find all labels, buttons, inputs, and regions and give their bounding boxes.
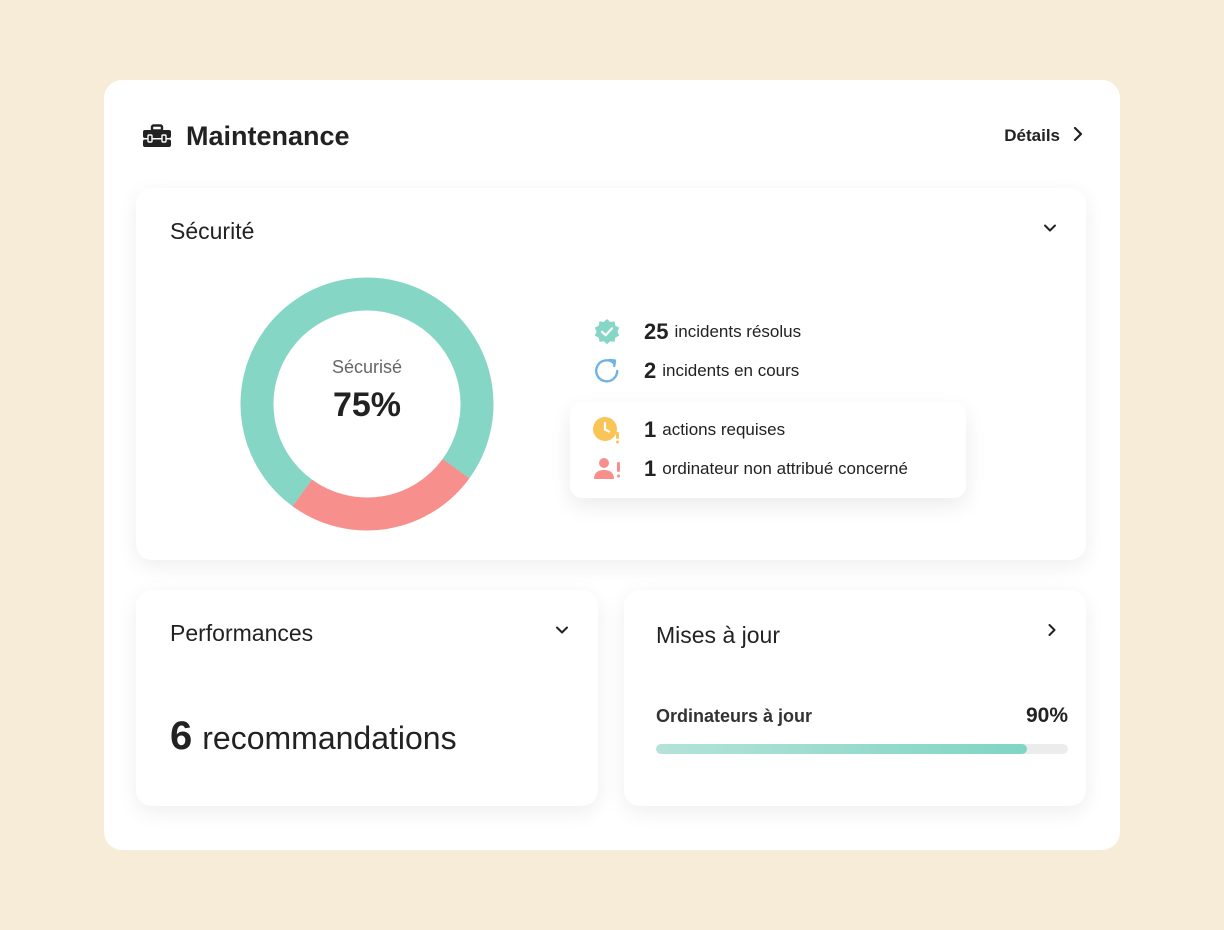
panel-header: Maintenance Détails [142, 116, 1084, 156]
details-link[interactable]: Détails [1004, 125, 1084, 148]
donut-center: Sécurisé 75% [239, 276, 495, 532]
stat-in-progress: 2 incidents en cours [592, 351, 1012, 390]
alert-actions-label: actions requises [662, 419, 786, 439]
stat-in-progress-label: incidents en cours [662, 360, 800, 380]
donut-label: Sécurisé [331, 357, 403, 377]
performance-card: Performances 6 recommandations [136, 590, 598, 806]
clock-warning-icon [592, 415, 622, 445]
title-wrap: Maintenance [142, 121, 350, 152]
performance-collapse-chevron-down-icon[interactable] [552, 620, 572, 640]
toolbox-icon [142, 124, 172, 148]
stat-resolved-count: 25 [644, 318, 669, 344]
stat-in-progress-count: 2 [644, 357, 657, 383]
stat-resolved-label: incidents résolus [674, 321, 802, 341]
security-card: Sécurité Sécurisé 75% 25 incidents résol… [136, 188, 1086, 560]
panel-title: Maintenance [186, 120, 350, 151]
stat-resolved: 25 incidents résolus [592, 312, 1012, 351]
updated-computers-label: Ordinateurs à jour [656, 706, 813, 726]
donut-value: 75% [332, 386, 402, 424]
chevron-right-icon [1072, 125, 1084, 148]
recommendations-label: recommandations [202, 720, 457, 756]
security-collapse-chevron-down-icon[interactable] [1040, 218, 1060, 238]
updates-title: Mises à jour [656, 622, 780, 648]
security-donut-chart: Sécurisé 75% [239, 276, 495, 532]
updates-card[interactable]: Mises à jour Ordinateurs à jour 90% [624, 590, 1086, 806]
alert-actions-count: 1 [644, 416, 657, 442]
performance-title: Performances [170, 620, 314, 646]
recommendations-count: 6 [170, 714, 193, 758]
details-label: Détails [1004, 126, 1060, 145]
updates-progress-bar [656, 744, 1068, 754]
updated-computers-percent: 90% [1025, 704, 1068, 727]
alert-unassigned-count: 1 [644, 455, 657, 481]
security-title: Sécurité [170, 218, 255, 244]
alert-actions-required: 1 actions requises [592, 410, 966, 449]
user-alert-icon [592, 454, 622, 484]
security-alerts: 1 actions requises 1 ordinateur non attr… [570, 402, 966, 498]
badge-check-icon [592, 317, 622, 347]
maintenance-panel: Maintenance Détails Sécurité Sécurisé 75… [104, 80, 1120, 850]
refresh-icon [592, 356, 622, 386]
alert-unassigned-label: ordinateur non attribué concerné [662, 458, 908, 478]
updates-chevron-right-icon[interactable] [1042, 620, 1062, 640]
updates-progress-fill [656, 744, 1027, 754]
alert-unassigned-computer: 1 ordinateur non attribué concerné [592, 449, 966, 488]
performance-summary: 6 recommandations [170, 714, 457, 759]
security-stats: 25 incidents résolus 2 incidents en cour… [592, 312, 1012, 390]
